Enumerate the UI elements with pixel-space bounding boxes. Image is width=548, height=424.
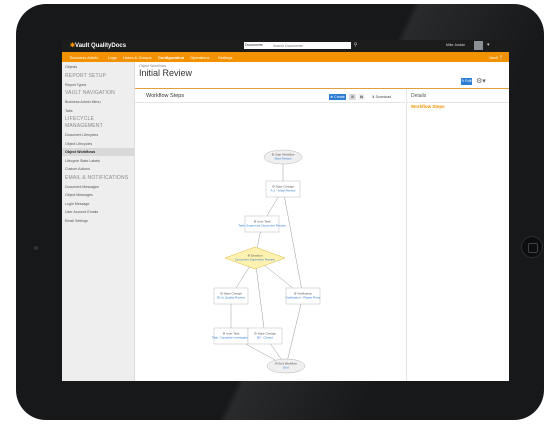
sidebar-item-label: Object Messages [65,193,93,197]
step-name-link[interactable]: A.1 - Initial Review [271,189,297,193]
workflow-step-node[interactable]: ⚙ End WorkflowEnd [266,358,306,374]
sidebar-item-label: REPORT SETUP [65,72,107,79]
list-view-icon[interactable]: ▤ [358,94,365,100]
sidebar-item-label: MANAGEMENT [65,123,103,129]
sidebar-item-label: VAULT NAVIGATION [65,90,115,96]
workflow-step-node[interactable]: ⚙ User TaskTask: Complete Investigation [212,327,251,345]
sidebar-section-heading: VAULT NAVIGATION [62,89,134,97]
tablet-device: ✱Vault QualityDocs Documents ⚲ Mike Jord… [0,0,548,424]
download-button[interactable]: ⬇ Download [369,94,394,100]
step-name-link[interactable]: Task: Complete Investigation [212,336,251,340]
sidebar-item[interactable]: Lifecycle State Labels [62,157,134,165]
sidebar-item-label: Business Admin Menu [65,100,101,104]
sidebar-item[interactable]: Object Messages [62,191,134,199]
search-input[interactable] [271,42,351,49]
sidebar-item-label: Object Workflows [65,150,96,154]
details-title: Details [411,93,427,99]
camera-icon [34,246,38,250]
avatar[interactable] [474,41,483,50]
gear-icon[interactable]: ⚙▾ [476,77,486,85]
details-subtitle[interactable]: Workflow Steps [411,104,445,109]
sidebar-item-label: EMAIL & NOTIFICATIONS [65,174,129,181]
search-scope-select[interactable]: Documents [244,42,271,49]
sidebar-section-heading: MANAGEMENT [62,122,134,130]
sidebar-item[interactable]: Custom Actions [62,165,134,173]
nav-business-admin[interactable]: Business Admin [70,55,98,60]
sidebar-item-label: Login Message [65,201,90,206]
edit-button[interactable]: ✎ Edit [461,78,472,85]
step-name-link[interactable]: Notification - Please Retry [286,296,321,300]
workflow-diagram: ⚙ Start WorkflowStart Review ⚙ State Chan… [212,149,321,374]
workflow-step-node[interactable]: ⚙ Start WorkflowStart Review [263,149,303,165]
workflow-step-node[interactable]: ⚙ State ChangeB1 to Quality Review [213,287,249,305]
sidebar-item-label: Object Lifecycles [65,141,93,146]
sidebar-item[interactable]: Tabs [62,107,134,115]
title-divider [135,88,509,89]
step-name-link[interactable]: Task: Supervisor Document Review [238,224,286,228]
sidebar-item-label: Email Settings [65,218,88,223]
diagram-connector [254,257,266,337]
workflow-step-node[interactable]: ⚙ NotificationNotification - Please Retr… [286,287,321,305]
sidebar-item[interactable]: Report Types [62,81,134,89]
workflow-step-node[interactable]: ⚙ User TaskTask: Supervisor Document Rev… [238,215,287,233]
workflow-step-node[interactable]: ⚙ DecisionDocument Supervisor Review [224,246,286,270]
step-name-link[interactable]: B2 - Closed [257,336,273,340]
diagram-view-icon[interactable]: ⊞ [349,94,356,100]
nav-configuration[interactable]: Configuration [158,55,184,60]
page-title: Initial Review [139,68,193,78]
app-logo[interactable]: ✱Vault QualityDocs [70,42,126,49]
user-name[interactable]: Mike Jordan [446,43,465,47]
logo-text: Vault QualityDocs [75,43,127,49]
details-rule [406,102,509,103]
details-divider [406,89,407,381]
sidebar-item-label: Tabs [65,108,73,113]
diagram-connector [282,188,304,297]
sidebar-item[interactable]: Object Lifecycles [62,140,134,148]
chevron-down-icon[interactable]: ▾ [487,42,490,48]
search-icon[interactable]: ⚲ [351,42,360,49]
sidebar-section-heading: REPORT SETUP [62,72,134,80]
sidebar-item-label: Objects [65,65,78,69]
top-bar: ✱Vault QualityDocs Documents ⚲ Mike Jord… [62,40,509,52]
nav-users-groups[interactable]: Users & Groups [123,55,151,60]
help-link[interactable]: Vault ❔ [489,55,504,60]
sidebar-item-label: Document Lifecycles [65,133,99,137]
app-screen: ✱Vault QualityDocs Documents ⚲ Mike Jord… [62,40,509,381]
create-button[interactable]: ⊕ Create [329,94,346,100]
sidebar: Objects REPORT SETUP Report Types VAULT NAV… [62,62,135,381]
step-name-link[interactable]: B1 to Quality Review [217,296,246,300]
sidebar-item[interactable]: User Account Emails [62,208,134,216]
sidebar-item[interactable]: Objects [62,63,134,71]
nav-settings[interactable]: Settings [218,55,232,60]
sidebar-item-label: Custom Actions [65,167,90,171]
sidebar-item-label: Report Types [65,82,87,87]
sidebar-item[interactable]: Login Message [62,200,134,208]
sidebar-item[interactable]: Document Messages [62,183,134,191]
sidebar-item[interactable]: Email Settings [62,217,134,225]
workflow-step-node[interactable]: ⚙ State ChangeB2 - Closed [247,327,283,345]
nav-logs[interactable]: Logs [108,55,117,60]
step-name-link[interactable]: Document Supervisor Review [235,258,275,262]
sidebar-item[interactable]: Business Admin Menu [62,98,134,106]
sidebar-item[interactable]: Object Workflows [62,148,134,156]
home-button[interactable] [521,236,543,258]
main-nav: Business Admin Logs Users & Groups Confi… [62,52,509,62]
step-name-link[interactable]: Start Review [274,157,292,161]
home-square-icon [528,243,538,253]
step-name-link[interactable]: End [283,366,289,370]
workflow-step-node[interactable]: ⚙ State ChangeA.1 - Initial Review [265,180,301,198]
diagram-connector [285,295,304,367]
sidebar-section-heading: EMAIL & NOTIFICATIONS [62,174,134,182]
panel-title: Workflow Steps [146,93,185,99]
sidebar-item-label: Lifecycle State Labels [65,158,100,163]
sidebar-item[interactable]: Document Lifecycles [62,131,134,139]
nav-operations[interactable]: Operations [190,55,210,60]
sidebar-item-label: User Account Emails [65,210,99,214]
sidebar-item-label: Document Messages [65,184,99,189]
